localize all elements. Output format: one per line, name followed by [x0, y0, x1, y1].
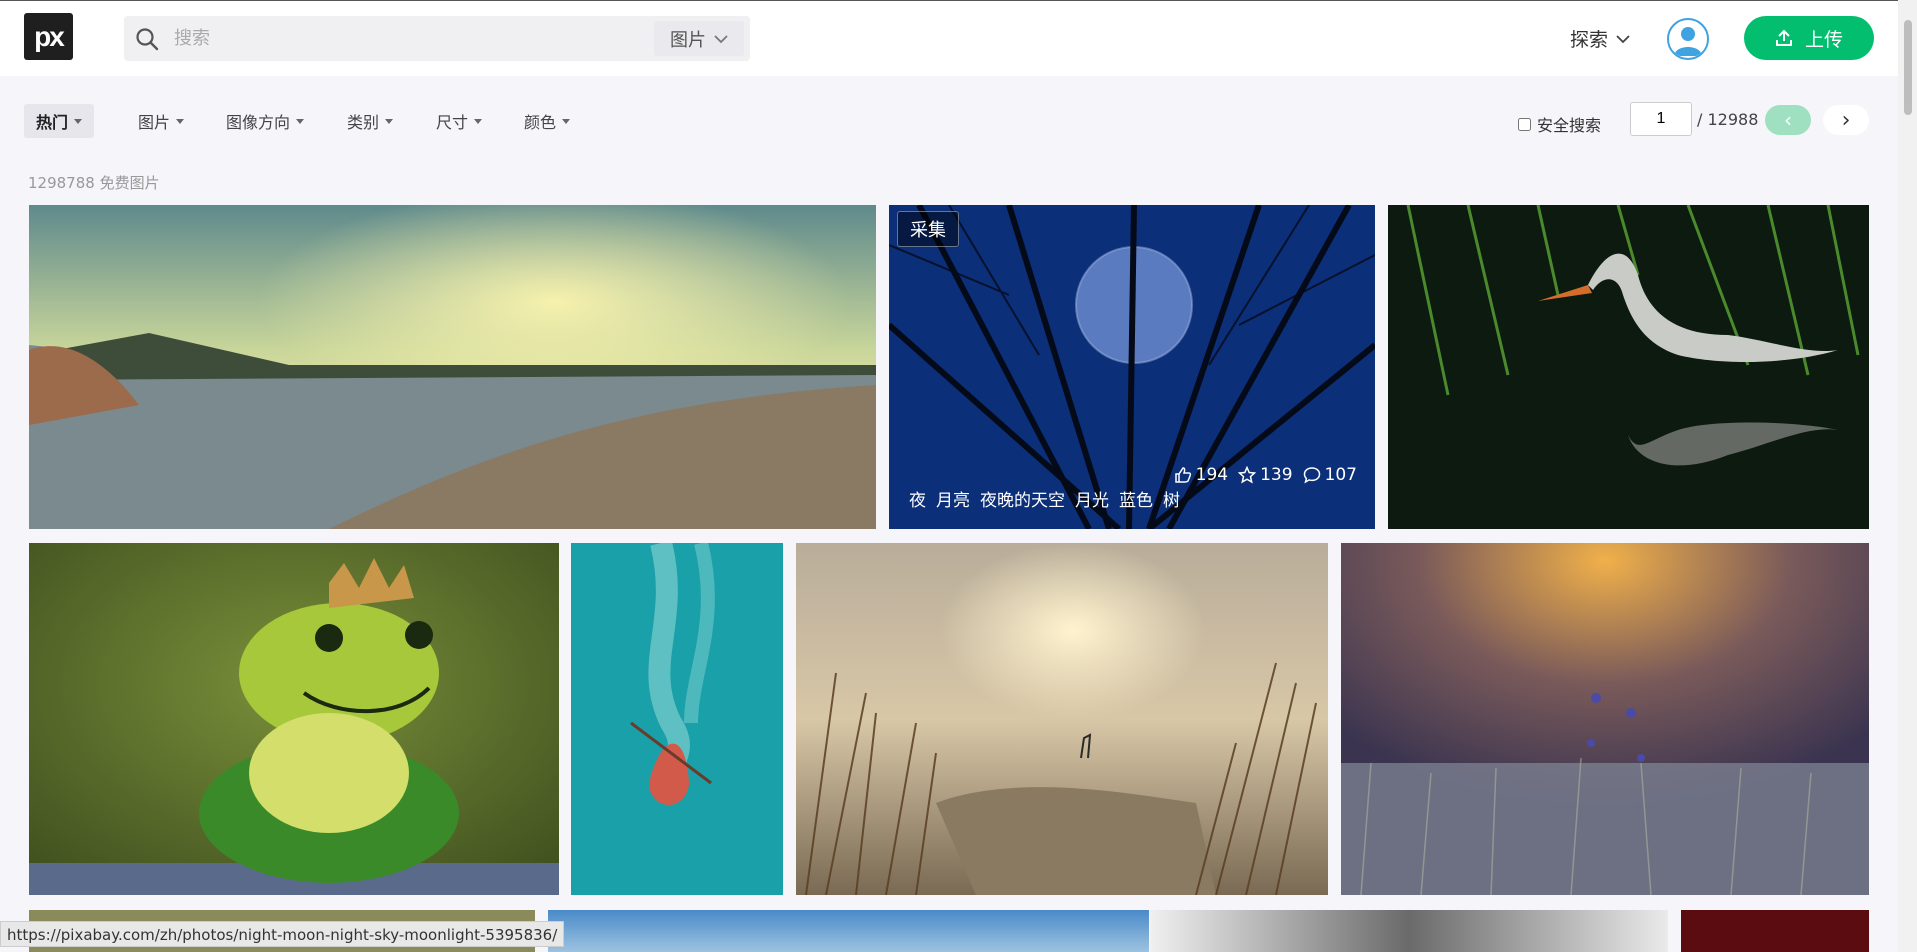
likes-count: 194	[1195, 465, 1229, 485]
filter-popular[interactable]: 热门	[24, 104, 95, 138]
red-boat-image	[571, 543, 783, 895]
filter-size[interactable]: 尺寸	[424, 104, 494, 138]
upload-icon	[1775, 29, 1792, 46]
tag-link[interactable]: 夜晚的天空	[980, 486, 1065, 511]
search-type-label: 图片	[670, 29, 706, 51]
filter-label: 图像方向	[226, 113, 291, 132]
tag-link[interactable]: 月亮	[936, 486, 970, 511]
misty-lake-image	[796, 543, 1328, 895]
status-url: https://pixabay.com/zh/photos/night-moon…	[0, 921, 565, 947]
comment-icon	[1303, 467, 1320, 484]
chevron-down-icon	[1616, 34, 1630, 43]
tag-link[interactable]: 月光	[1075, 486, 1109, 511]
page-total: / 12988	[1697, 110, 1759, 129]
filter-images[interactable]: 图片	[126, 104, 196, 138]
explore-label: 探索	[1570, 29, 1609, 51]
filter-label: 尺寸	[436, 113, 469, 132]
caret-down-icon	[474, 118, 483, 124]
top-header: px 图片 探索 上传	[0, 0, 1898, 76]
filter-orientation[interactable]: 图像方向	[214, 104, 316, 138]
user-avatar[interactable]	[1667, 18, 1709, 60]
search-type-select[interactable]: 图片	[654, 21, 744, 56]
page-number-input[interactable]	[1630, 102, 1692, 136]
lake-sunset-image	[29, 205, 876, 529]
caret-down-icon	[562, 118, 571, 124]
search-box: 图片	[124, 16, 774, 61]
pixabay-logo[interactable]: px	[24, 13, 73, 60]
upload-label: 上传	[1804, 29, 1843, 51]
cornflower-image	[1341, 543, 1869, 895]
photo-row3-2[interactable]	[548, 910, 1149, 952]
frog-king-image	[29, 543, 559, 895]
favorites-stat[interactable]: 139	[1238, 465, 1293, 485]
photo-heron-reeds[interactable]	[1388, 205, 1869, 529]
filter-label: 颜色	[524, 113, 557, 132]
user-icon	[1674, 27, 1702, 56]
collect-button[interactable]: 采集	[897, 211, 959, 247]
photo-row3-4[interactable]	[1681, 910, 1869, 952]
photo-red-boat[interactable]	[571, 543, 783, 895]
photo-frog-king[interactable]	[29, 543, 559, 895]
search-icon[interactable]	[134, 26, 160, 52]
favorites-count: 139	[1260, 465, 1293, 485]
filter-label: 热门	[36, 113, 69, 132]
tag-link[interactable]: 夜	[909, 486, 926, 511]
comments-stat[interactable]: 107	[1303, 465, 1357, 485]
photo-lake-sunset[interactable]	[29, 205, 876, 529]
filter-color[interactable]: 颜色	[512, 104, 582, 138]
photo-tags: 夜 月亮 夜晚的天空 月光 蓝色 树	[909, 486, 1180, 511]
caret-down-icon	[74, 118, 83, 124]
thumbs-up-icon	[1174, 467, 1191, 483]
explore-menu[interactable]: 探索	[1570, 25, 1630, 52]
tag-link[interactable]: 树	[1163, 486, 1180, 511]
caret-down-icon	[176, 118, 185, 124]
photo-stats: 194 139 107	[1174, 465, 1357, 485]
likes-stat[interactable]: 194	[1174, 465, 1228, 485]
filter-category[interactable]: 类别	[335, 104, 405, 138]
filter-label: 类别	[347, 113, 380, 132]
safe-search-label: 安全搜索	[1537, 116, 1602, 135]
comments-count: 107	[1324, 465, 1357, 485]
scrollbar-track[interactable]	[1898, 0, 1917, 952]
photo-cornflower-field[interactable]	[1341, 543, 1869, 895]
heron-image	[1388, 205, 1869, 529]
tag-link[interactable]: 蓝色	[1119, 486, 1153, 511]
caret-down-icon	[296, 118, 305, 124]
caret-down-icon	[385, 118, 394, 124]
upload-button[interactable]: 上传	[1744, 16, 1874, 60]
safe-search-checkbox[interactable]	[1518, 117, 1531, 131]
next-page-button[interactable]: ›	[1823, 105, 1869, 135]
photo-misty-heron-lake[interactable]	[796, 543, 1328, 895]
filter-label: 图片	[138, 113, 171, 132]
result-count: 1298788 免费图片	[28, 174, 160, 192]
safe-search-toggle[interactable]: 安全搜索	[1518, 112, 1601, 136]
chevron-down-icon	[714, 34, 728, 43]
prev-page-button[interactable]: ‹	[1765, 105, 1811, 135]
scrollbar-thumb[interactable]	[1904, 20, 1912, 115]
photo-row3-3[interactable]	[1150, 910, 1668, 952]
star-icon	[1238, 466, 1257, 484]
photo-night-moon-trees[interactable]: 采集 194 139 107 夜 月亮 夜晚的天空 月光 蓝色 树	[889, 205, 1375, 529]
